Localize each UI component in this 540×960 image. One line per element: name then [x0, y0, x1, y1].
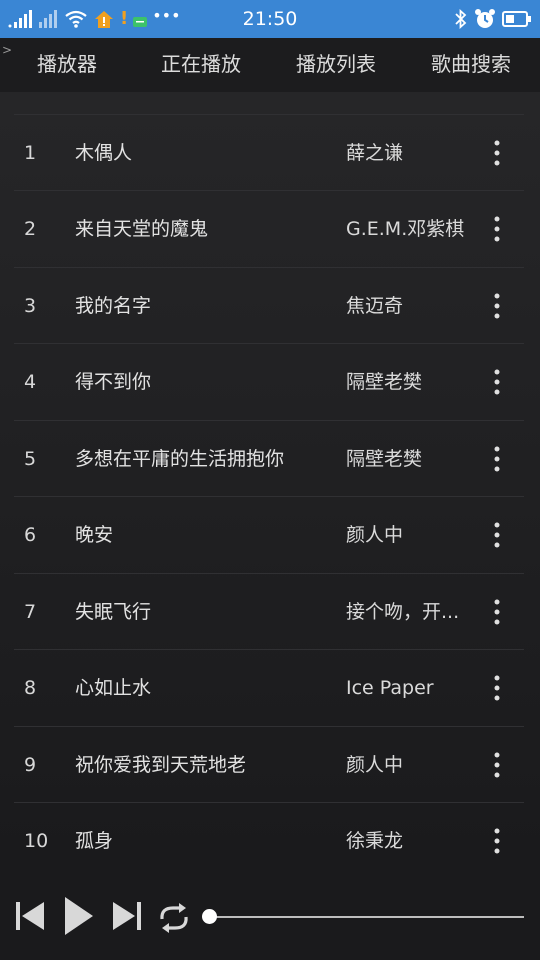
- song-number: 4: [24, 371, 37, 393]
- song-number: 3: [24, 295, 37, 317]
- more-vertical-icon[interactable]: [486, 133, 508, 173]
- song-number: 9: [24, 754, 37, 776]
- more-vertical-icon[interactable]: [486, 286, 508, 326]
- song-title: 得不到你: [75, 371, 152, 393]
- song-title: 来自天堂的魔鬼: [75, 218, 209, 240]
- song-number: 7: [24, 601, 37, 623]
- song-number: 6: [24, 524, 37, 546]
- song-row[interactable]: 8 心如止水 Ice Paper: [14, 649, 524, 726]
- more-vertical-icon[interactable]: [486, 209, 508, 249]
- song-row[interactable]: 4 得不到你 隔壁老樊: [14, 343, 524, 420]
- song-artist: 隔壁老樊: [346, 448, 423, 470]
- more-vertical-icon[interactable]: [486, 821, 508, 861]
- song-number: 5: [24, 448, 37, 470]
- song-artist: Ice Paper: [346, 677, 434, 699]
- song-title: 孤身: [75, 830, 114, 852]
- corner-mark: >: [2, 43, 13, 57]
- song-artist: 薛之谦: [346, 142, 404, 164]
- song-artist: G.E.M.邓紫棋: [346, 218, 465, 240]
- tab-song-search[interactable]: 歌曲搜索: [431, 51, 511, 77]
- song-artist: 颜人中: [346, 754, 404, 776]
- song-row[interactable]: 9 祝你爱我到天荒地老 颜人中: [14, 726, 524, 803]
- battery-icon: [502, 11, 531, 27]
- tab-now-playing[interactable]: 正在播放: [161, 51, 241, 77]
- song-row[interactable]: 3 我的名字 焦迈奇: [14, 267, 524, 344]
- song-row[interactable]: 5 多想在平庸的生活拥抱你 隔壁老樊: [14, 420, 524, 497]
- song-title: 我的名字: [75, 295, 152, 317]
- alarm-icon: [475, 9, 495, 28]
- play-icon[interactable]: [63, 895, 95, 937]
- more-vertical-icon[interactable]: [486, 745, 508, 785]
- song-artist: 接个吻，开...: [346, 601, 460, 623]
- top-nav: > 播放器 正在播放 播放列表 歌曲搜索: [0, 38, 540, 92]
- more-vertical-icon[interactable]: [486, 592, 508, 632]
- bluetooth-icon: [455, 9, 467, 29]
- more-vertical-icon[interactable]: [486, 515, 508, 555]
- more-vertical-icon[interactable]: [486, 668, 508, 708]
- song-title: 晚安: [75, 524, 114, 546]
- song-number: 8: [24, 677, 37, 699]
- repeat-icon[interactable]: [156, 902, 192, 934]
- song-title: 木偶人: [75, 142, 133, 164]
- next-icon[interactable]: [111, 900, 143, 932]
- song-artist: 焦迈奇: [346, 295, 404, 317]
- player-bar: [0, 870, 540, 960]
- progress-thumb[interactable]: [202, 909, 217, 924]
- tab-player[interactable]: 播放器: [37, 51, 97, 77]
- song-artist: 徐秉龙: [346, 830, 404, 852]
- song-row[interactable]: 7 失眠飞行 接个吻，开...: [14, 573, 524, 650]
- song-row[interactable]: 6 晚安 颜人中: [14, 496, 524, 573]
- previous-icon[interactable]: [14, 900, 46, 932]
- song-number: 1: [24, 142, 37, 164]
- song-row[interactable]: 2 来自天堂的魔鬼 G.E.M.邓紫棋: [14, 190, 524, 267]
- song-number: 10: [24, 830, 49, 852]
- song-row[interactable]: 1 木偶人 薛之谦: [14, 114, 524, 191]
- status-right-icons: [454, 6, 532, 32]
- more-vertical-icon[interactable]: [486, 439, 508, 479]
- tab-playlist[interactable]: 播放列表: [296, 51, 376, 77]
- song-title: 祝你爱我到天荒地老: [75, 754, 247, 776]
- song-artist: 隔壁老樊: [346, 371, 423, 393]
- status-bar: ! ••• 21:50: [0, 0, 540, 38]
- song-title: 心如止水: [75, 677, 152, 699]
- song-list: 1 木偶人 薛之谦 2 来自天堂的魔鬼 G.E.M.邓紫棋 3 我的名字 焦迈奇…: [0, 92, 540, 870]
- progress-track[interactable]: [210, 916, 524, 918]
- more-vertical-icon[interactable]: [486, 362, 508, 402]
- song-title: 失眠飞行: [75, 601, 152, 623]
- song-number: 2: [24, 218, 37, 240]
- song-artist: 颜人中: [346, 524, 404, 546]
- song-row[interactable]: 10 孤身 徐秉龙: [14, 802, 524, 879]
- song-title: 多想在平庸的生活拥抱你: [75, 448, 285, 470]
